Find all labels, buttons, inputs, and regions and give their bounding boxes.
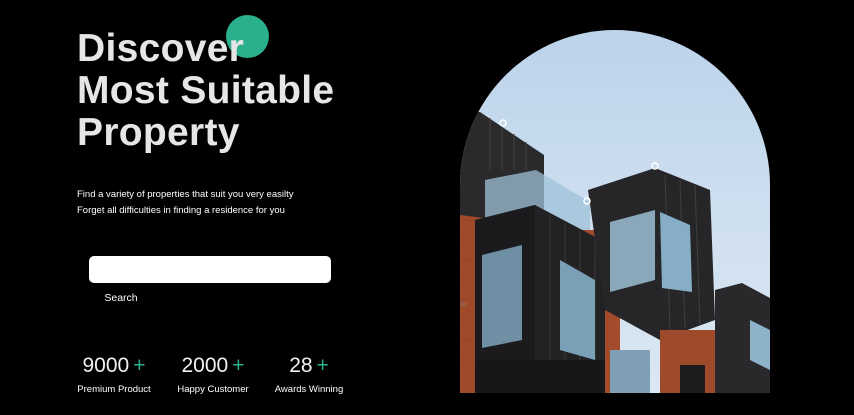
stat-value: 28 + [272,354,346,378]
plus-icon: + [232,354,245,377]
stat-label: Awards Winning [274,384,344,395]
stat-label: Happy Customer [177,384,249,395]
hero-title-line-2: Most Suitable [77,69,335,112]
stat-happy-customer: 2000 + Happy Customer [172,354,254,396]
search-button[interactable]: Search [96,289,146,306]
stat-awards-winning: 28 + Awards Winning [272,354,346,396]
hero-title: Discover Most Suitable Property [77,28,334,154]
stat-number: 28 [289,354,313,377]
plus-icon: + [316,354,329,377]
stat-number: 9000 [82,354,130,377]
window-right [610,210,655,292]
hero-subtitle: Find a variety of properties that suit y… [77,187,294,219]
plus-icon: + [133,354,146,377]
stray-label: to [461,302,467,308]
building-photo [460,30,770,393]
hero-title-line-3: Property [77,111,240,154]
search-input[interactable] [89,256,331,283]
hero-title-line-1: Discover [77,27,245,70]
window-left [482,245,522,348]
hero-subtitle-line-2: Forget all difficulties in finding a res… [77,205,285,216]
hero-subtitle-line-1: Find a variety of properties that suit y… [77,189,294,200]
stat-label: Premium Product [77,384,151,395]
hero-section: Discover Most Suitable Property Find a v… [0,0,854,415]
stat-value: 9000 + [74,354,154,378]
building-illustration [460,110,770,393]
highlight-dot [499,119,507,127]
stat-number: 2000 [181,354,229,377]
stat-premium-product: 9000 + Premium Product [74,354,154,396]
stat-value: 2000 + [172,354,254,378]
